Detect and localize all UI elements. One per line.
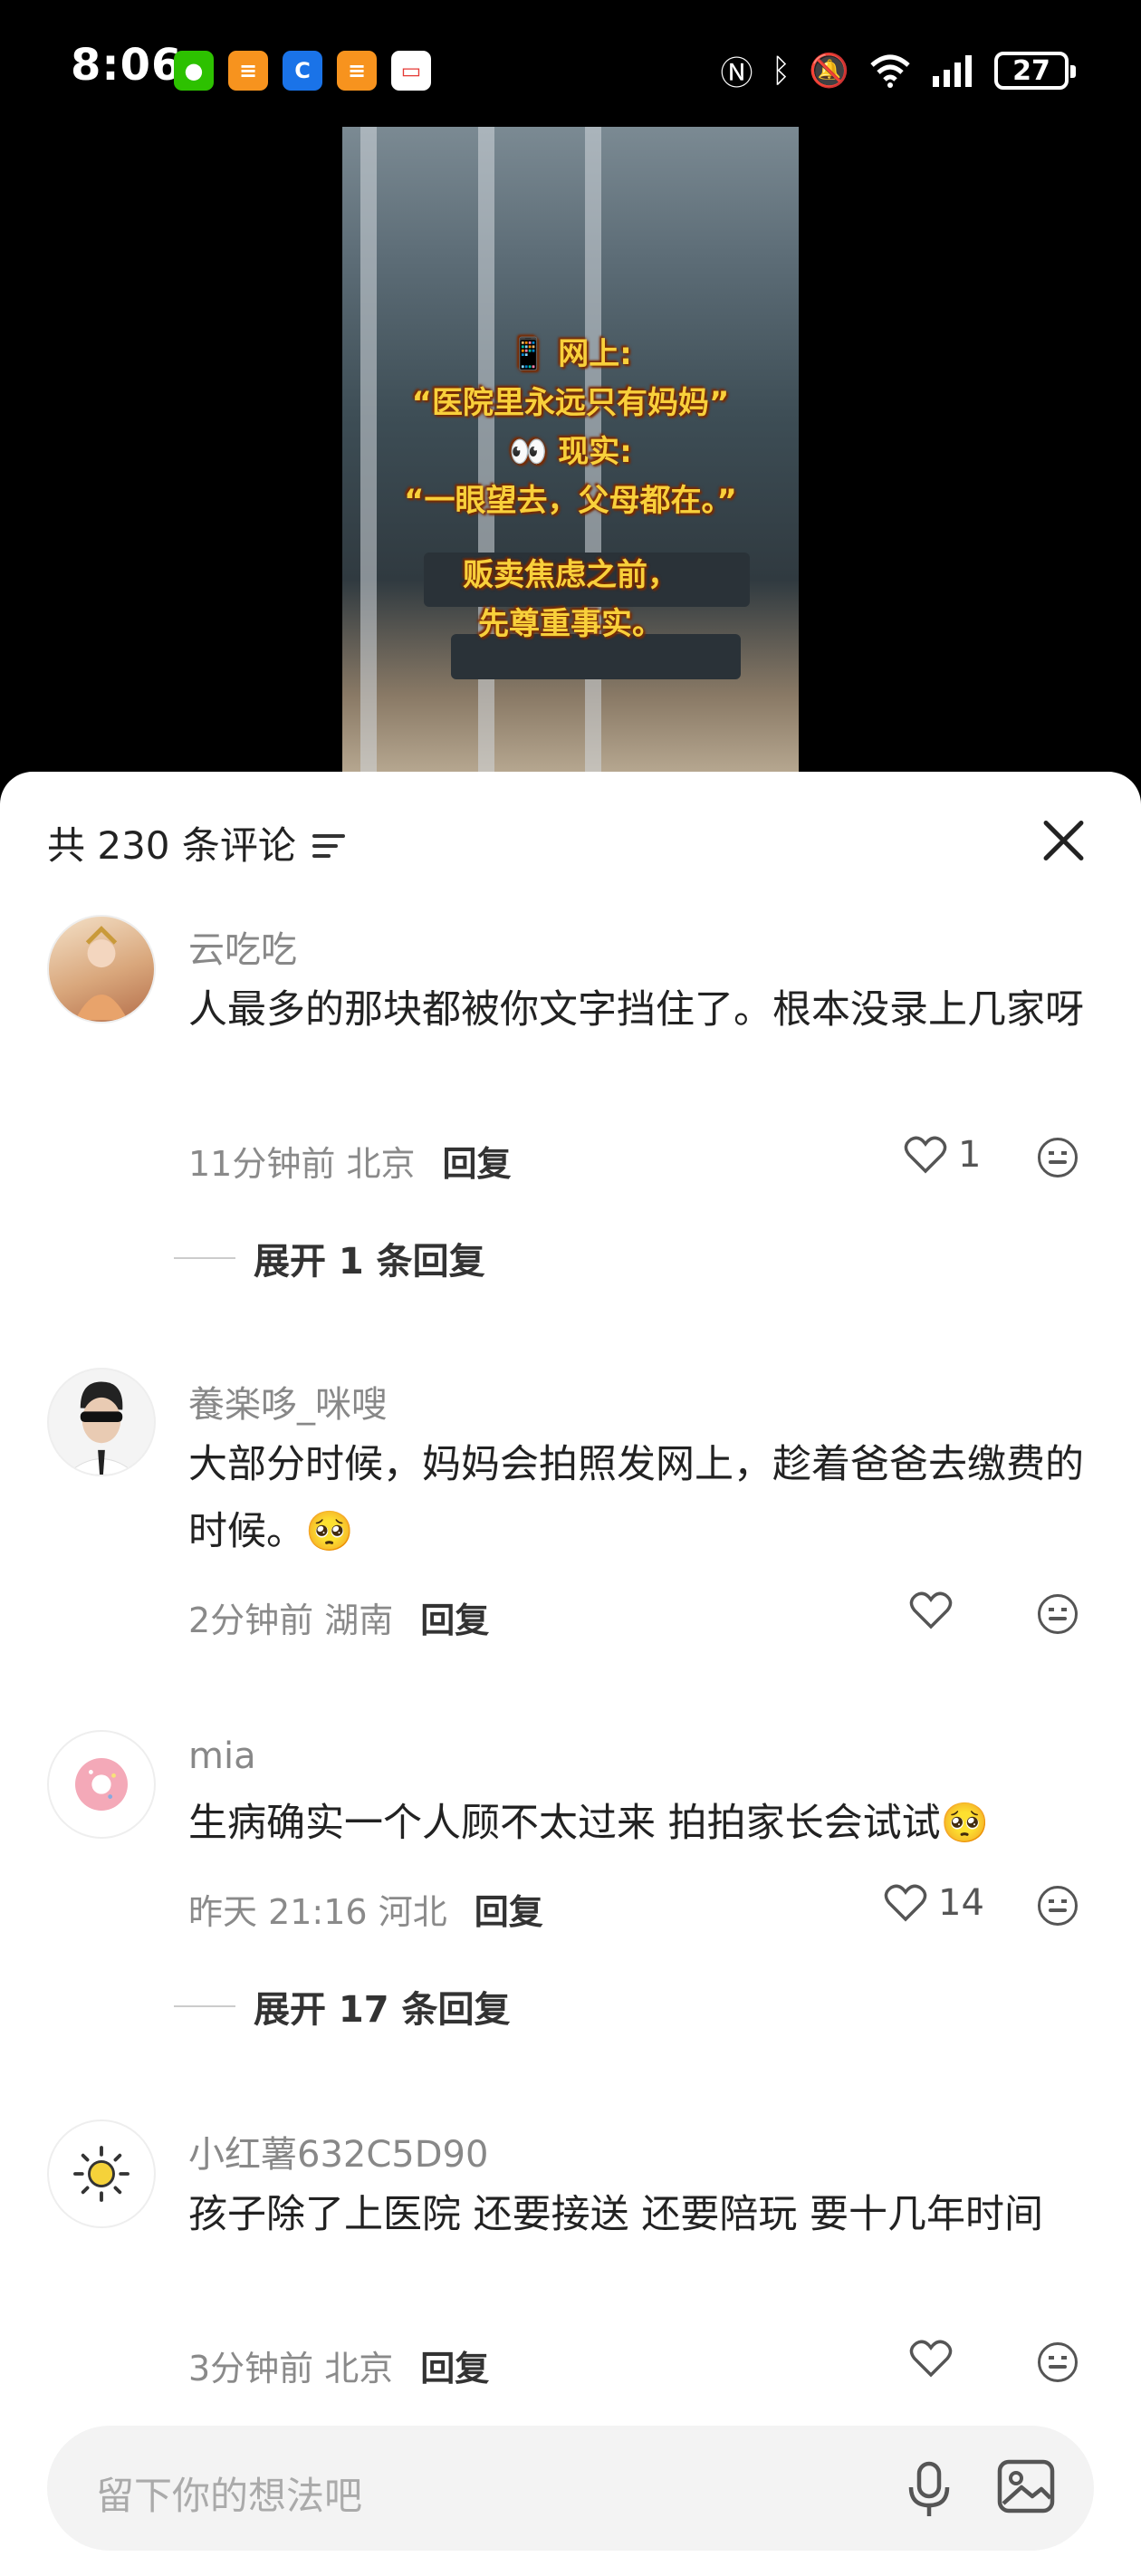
comment-sheet: 共 230 条评论 云吃吃 人最多的那块都被你文字挡住了。根本没录上几家呀 11… [0,772,1141,2576]
battery-indicator: 27 [994,52,1076,90]
caption-line: 📱 网上: [509,336,632,372]
video-thumbnail[interactable]: 📱 网上: “医院里永远只有妈妈” 👀 现实: “一眼望去，父母都在。” 贩卖焦… [342,127,799,774]
notification-icons: ● ≡ C ≡ ▭ [174,51,431,91]
image-picker-icon[interactable] [996,2456,1056,2516]
comment-time: 昨天 21:16 [188,1892,368,1932]
system-icons: Ⓝ ᛒ 🔕 27 [720,47,1076,94]
calendar-icon: ▭ [391,51,431,91]
comment-location: 湖南 [324,1600,394,1640]
wifi-icon [870,54,910,88]
comment-time: 3分钟前 [188,2349,314,2389]
comment-time: 11分钟前 [188,1144,336,1184]
avatar[interactable] [47,1368,156,1476]
comment-text[interactable]: 大部分时候，妈妈会拍照发网上，趁着爸爸去缴费的时候。🥺 [188,1431,1094,1565]
microphone-icon[interactable] [902,2460,956,2518]
status-time: 8:06 [71,40,183,91]
comment-count: 共 230 条评论 [47,823,296,868]
like-button[interactable]: 1 [904,1134,981,1176]
expand-replies-button[interactable]: 展开 17 条回复 [174,1980,511,2033]
close-icon[interactable] [1040,817,1087,864]
sun-icon [73,2146,129,2202]
expand-replies-button[interactable]: 展开 1 条回复 [174,1232,485,1284]
heart-icon [884,1884,927,1922]
caption-line: “一眼望去，父母都在。” [404,483,737,519]
app-notification-icon: ≡ [228,51,268,91]
reply-button[interactable]: 回复 [475,1884,543,1934]
comment-location: 河北 [378,1892,447,1932]
comment-count-header: 共 230 条评论 [47,815,345,870]
comment-location: 北京 [346,1144,416,1184]
emoji-reaction-icon[interactable] [1038,1886,1078,1926]
heart-icon [904,1136,947,1174]
comment-input-placeholder[interactable]: 留下你的想法吧 [96,2465,362,2521]
avatar-image [75,1758,128,1811]
comment-input-bar[interactable]: 留下你的想法吧 [47,2426,1094,2551]
comment-time: 2分钟前 [188,1600,314,1640]
comment-username[interactable]: mia [188,1735,256,1777]
reply-button[interactable]: 回复 [442,1136,511,1186]
mute-icon: 🔕 [809,53,849,90]
comment-username[interactable]: 養楽哆_咪嗖 [188,1375,388,1427]
comment-text[interactable]: 生病确实一个人顾不太过来 拍拍家长会试试🥺 [188,1790,1094,1857]
caption-line: 贩卖焦虑之前， [463,557,678,593]
comment-meta: 昨天 21:16 河北 回复 [188,1884,543,1934]
status-bar: 8:06 ● ≡ C ≡ ▭ Ⓝ ᛒ 🔕 27 [0,0,1141,127]
like-button[interactable]: 14 [884,1882,984,1924]
like-count: 14 [938,1882,984,1924]
avatar[interactable] [47,2119,156,2228]
comment-username[interactable]: 云吃吃 [188,920,297,973]
comment-text[interactable]: 人最多的那块都被你文字挡住了。根本没录上几家呀 [188,976,1094,1043]
comment-text[interactable]: 孩子除了上医院 还要接送 还要陪玩 要十几年时间 [188,2181,1094,2248]
emoji-reaction-icon[interactable] [1038,1594,1078,1634]
emoji-reaction-icon[interactable] [1038,1138,1078,1177]
avatar[interactable] [47,1730,156,1839]
bluetooth-icon: ᛒ [771,52,791,90]
comment-meta: 11分钟前 北京 回复 [188,1136,511,1186]
like-button[interactable] [909,2339,964,2379]
avatar-image [65,1381,138,1475]
caption-line: 👀 现实: [509,434,632,470]
nfc-icon: Ⓝ [720,55,753,92]
wechat-icon: ● [174,51,214,91]
comment-username[interactable]: 小红薯632C5D90 [188,2125,488,2177]
comment-location: 北京 [324,2349,394,2389]
avatar-image [75,926,128,1021]
caption-line: “医院里永远只有妈妈” [411,385,730,421]
heart-icon [909,1591,953,1629]
caption-line: 先尊重事实。 [478,606,663,642]
heart-icon [909,2340,953,2378]
reply-button[interactable]: 回复 [420,2341,489,2390]
emoji-reaction-icon[interactable] [1038,2342,1078,2382]
expand-replies-label: 展开 1 条回复 [254,1241,485,1283]
like-count: 1 [958,1134,982,1176]
expand-replies-label: 展开 17 条回复 [254,1989,511,2031]
signal-icon [933,55,972,87]
sort-filter-icon[interactable] [312,833,345,858]
comment-meta: 2分钟前 湖南 回复 [188,1592,489,1642]
video-caption: 📱 网上: “医院里永远只有妈妈” 👀 现实: “一眼望去，父母都在。” 贩卖焦… [342,330,799,649]
comment-meta: 3分钟前 北京 回复 [188,2341,489,2390]
reply-button[interactable]: 回复 [420,1592,489,1642]
app-notification-icon: ≡ [337,51,377,91]
avatar[interactable] [47,915,156,1024]
like-button[interactable] [909,1591,964,1630]
browser-icon: C [283,51,322,91]
